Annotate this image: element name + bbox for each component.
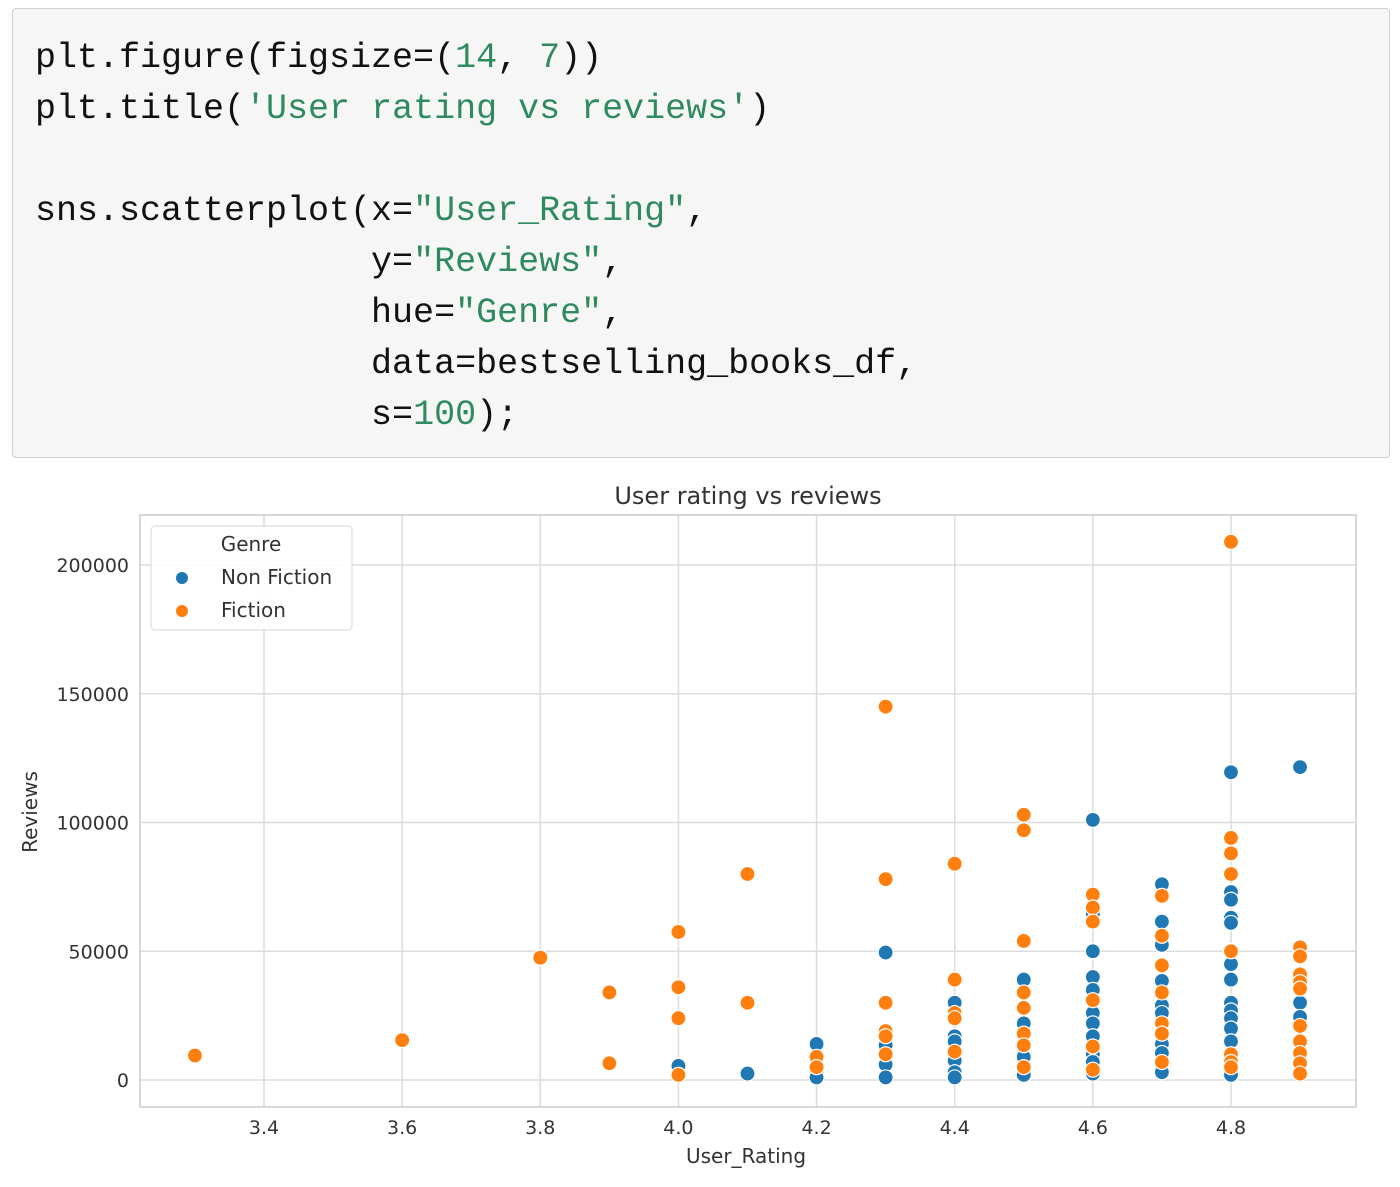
fiction-point [1015, 1059, 1032, 1076]
fiction-point [1153, 1053, 1171, 1071]
legend: Genre Non Fiction Fiction [150, 525, 353, 631]
fiction-point [1222, 533, 1240, 550]
non-fiction-point [1222, 891, 1240, 908]
fiction-point [1153, 1025, 1171, 1042]
non-fiction-point [1291, 994, 1309, 1011]
fiction-point [1153, 957, 1171, 974]
fiction-point [1291, 1065, 1309, 1082]
x-tick-label: 3.6 [387, 1117, 417, 1139]
non-fiction-point [1084, 811, 1101, 829]
fiction-point [877, 698, 894, 715]
fiction-point [877, 1046, 894, 1063]
legend-title: Genre [221, 532, 282, 556]
fiction-point [1084, 913, 1101, 930]
fiction-point [1222, 845, 1240, 862]
fiction-point [1291, 1017, 1309, 1035]
legend-marker-non-fiction [176, 572, 188, 584]
legend-marker-fiction [176, 605, 188, 617]
non-fiction-point [877, 944, 894, 961]
x-tick-label: 4.0 [663, 1117, 693, 1139]
fiction-point [670, 1066, 687, 1083]
fiction-point [601, 984, 618, 1001]
non-fiction-point [1222, 971, 1240, 988]
y-tick-label: 0 [117, 1070, 129, 1092]
fiction-point [1015, 822, 1032, 839]
fiction-point [1222, 865, 1240, 883]
legend-label-non-fiction: Non Fiction [221, 565, 332, 589]
fiction-point [946, 1043, 963, 1060]
x-tick-label: 3.8 [525, 1117, 555, 1139]
y-tick-label: 50000 [69, 941, 129, 963]
fiction-point [186, 1047, 204, 1064]
non-fiction-point [946, 1069, 963, 1086]
fiction-point [670, 923, 687, 941]
fiction-point [1084, 992, 1101, 1009]
non-fiction-point [1153, 913, 1171, 930]
x-tick-label: 4.4 [940, 1117, 970, 1139]
non-fiction-point [1222, 914, 1240, 932]
x-tick-label: 4.2 [801, 1117, 831, 1139]
y-tick-label: 100000 [56, 813, 129, 835]
y-tick-label: 200000 [56, 555, 129, 577]
y-tick-label: 150000 [56, 684, 129, 706]
fiction-point [877, 994, 894, 1011]
fiction-point [1153, 927, 1171, 944]
fiction-point [601, 1055, 618, 1072]
fiction-point [946, 855, 963, 872]
fiction-point [1222, 943, 1240, 960]
fiction-point [1291, 948, 1309, 965]
fiction-point [946, 971, 963, 988]
fiction-point [1015, 1037, 1032, 1054]
fiction-point [1015, 984, 1032, 1001]
fiction-point [1084, 899, 1101, 916]
fiction-point [877, 871, 894, 888]
fiction-point [670, 979, 687, 996]
fiction-point [739, 994, 756, 1011]
fiction-point [1153, 887, 1171, 904]
fiction-point [670, 1010, 687, 1027]
y-axis-label: Reviews [18, 771, 42, 853]
fiction-point [1291, 980, 1309, 997]
fiction-point [1015, 999, 1032, 1017]
chart-title: User rating vs reviews [614, 482, 881, 510]
non-fiction-point [1222, 764, 1240, 781]
fiction-point [877, 1028, 894, 1045]
scatter-chart: User rating vs reviews 3.4 3.6 3.8 4.0 4.2 4.… [18, 482, 1357, 1168]
legend-label-fiction: Fiction [221, 598, 286, 622]
non-fiction-point [739, 1065, 756, 1082]
fiction-point [1222, 1059, 1240, 1076]
fiction-point [946, 1010, 963, 1027]
non-fiction-point [1084, 943, 1101, 960]
fiction-point [1153, 984, 1171, 1001]
fiction-point [808, 1059, 825, 1076]
fiction-point [1015, 932, 1032, 950]
non-fiction-point [877, 1069, 894, 1086]
x-tick-label: 4.8 [1216, 1117, 1246, 1139]
fiction-point [532, 949, 549, 966]
non-fiction-point [1291, 759, 1309, 776]
x-axis-label: User_Rating [686, 1144, 806, 1168]
fiction-point [1084, 1038, 1101, 1055]
x-tick-label: 3.4 [249, 1117, 279, 1139]
fiction-point [1015, 806, 1032, 823]
x-tick-label: 4.6 [1078, 1117, 1108, 1139]
fiction-point [1084, 1061, 1101, 1078]
fiction-point [394, 1031, 411, 1049]
fiction-point [739, 865, 756, 883]
fiction-point [1222, 829, 1240, 847]
